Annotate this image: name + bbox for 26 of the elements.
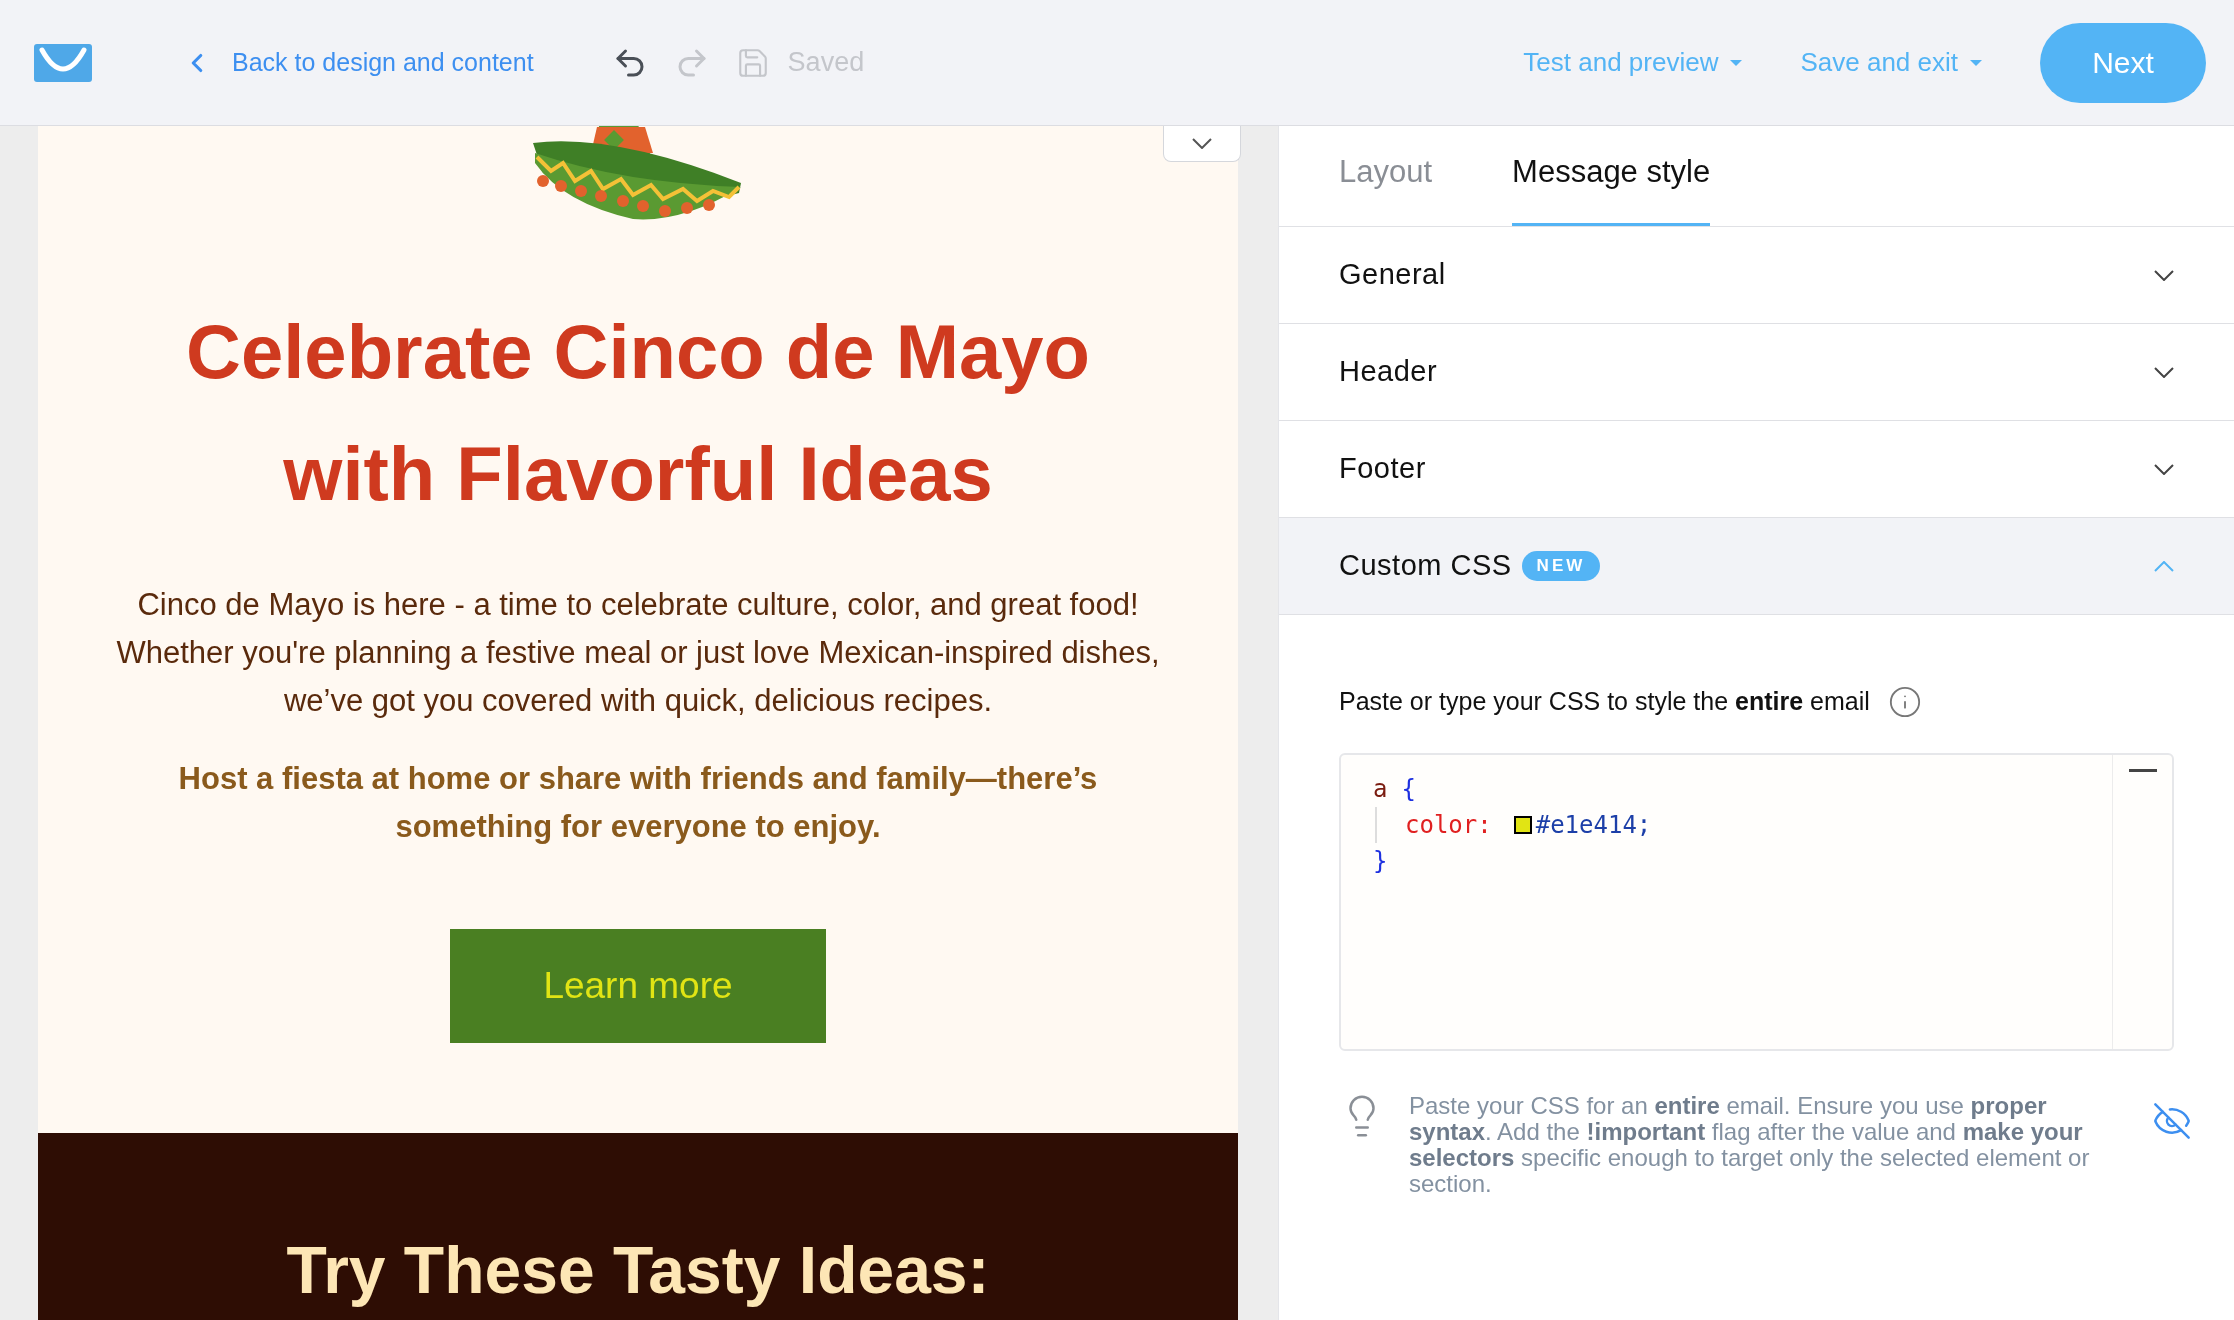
tip-text: Paste your CSS for an entire email. Ensure you use proper syntax. Add the !important flag after the value and make your selectors specific enough to target only the selected element or section.: [1409, 1092, 2091, 1197]
code-brace: }: [1373, 846, 1388, 875]
chevron-down-icon: [2154, 366, 2174, 378]
logo-icon[interactable]: [34, 43, 92, 82]
chevron-down-icon: [1192, 138, 1212, 149]
highlight-paragraph: Host a fiesta at home or share with friends and family—there’s something for everyone to enjoy.: [177, 759, 1099, 846]
code-value: #e1e414;: [1535, 809, 1652, 841]
accordion-header[interactable]: Custom CSS NEW: [1279, 518, 2234, 615]
code-editor[interactable]: a { color: #e1e414; }: [1339, 752, 2174, 1051]
chevron-down-icon: [2154, 463, 2174, 475]
code-brace: {: [1401, 773, 1416, 805]
info-icon[interactable]: [1887, 684, 1922, 719]
code-selector: a: [1373, 773, 1388, 805]
email-title: Celebrate Cinco de Mayo: [186, 307, 1090, 396]
caret-icon: [1730, 59, 1743, 66]
caret-icon: [1970, 59, 1982, 66]
chevron-up-icon: [2154, 560, 2174, 572]
intro-paragraph: Cinco de Mayo is here - a time to celebrate culture, color, and great food! Whether you're planning a festive meal or just love Mexican-inspired dishes, we’ve got you covered with quick, delicious recipes.: [115, 585, 1161, 720]
new-badge: NEW: [1521, 551, 1601, 581]
instruction-text: Paste or type your CSS to style the entire email: [1339, 686, 1870, 717]
learn-more-button[interactable]: Learn more: [450, 928, 826, 1043]
code-property: color:: [1405, 809, 1492, 841]
section-title: Try These Tasty Ideas:: [286, 1232, 990, 1309]
eye-off-icon[interactable]: [2152, 1100, 2192, 1141]
email-title: with Flavorful Ideas: [283, 429, 993, 518]
chevron-down-icon: [2154, 269, 2174, 281]
